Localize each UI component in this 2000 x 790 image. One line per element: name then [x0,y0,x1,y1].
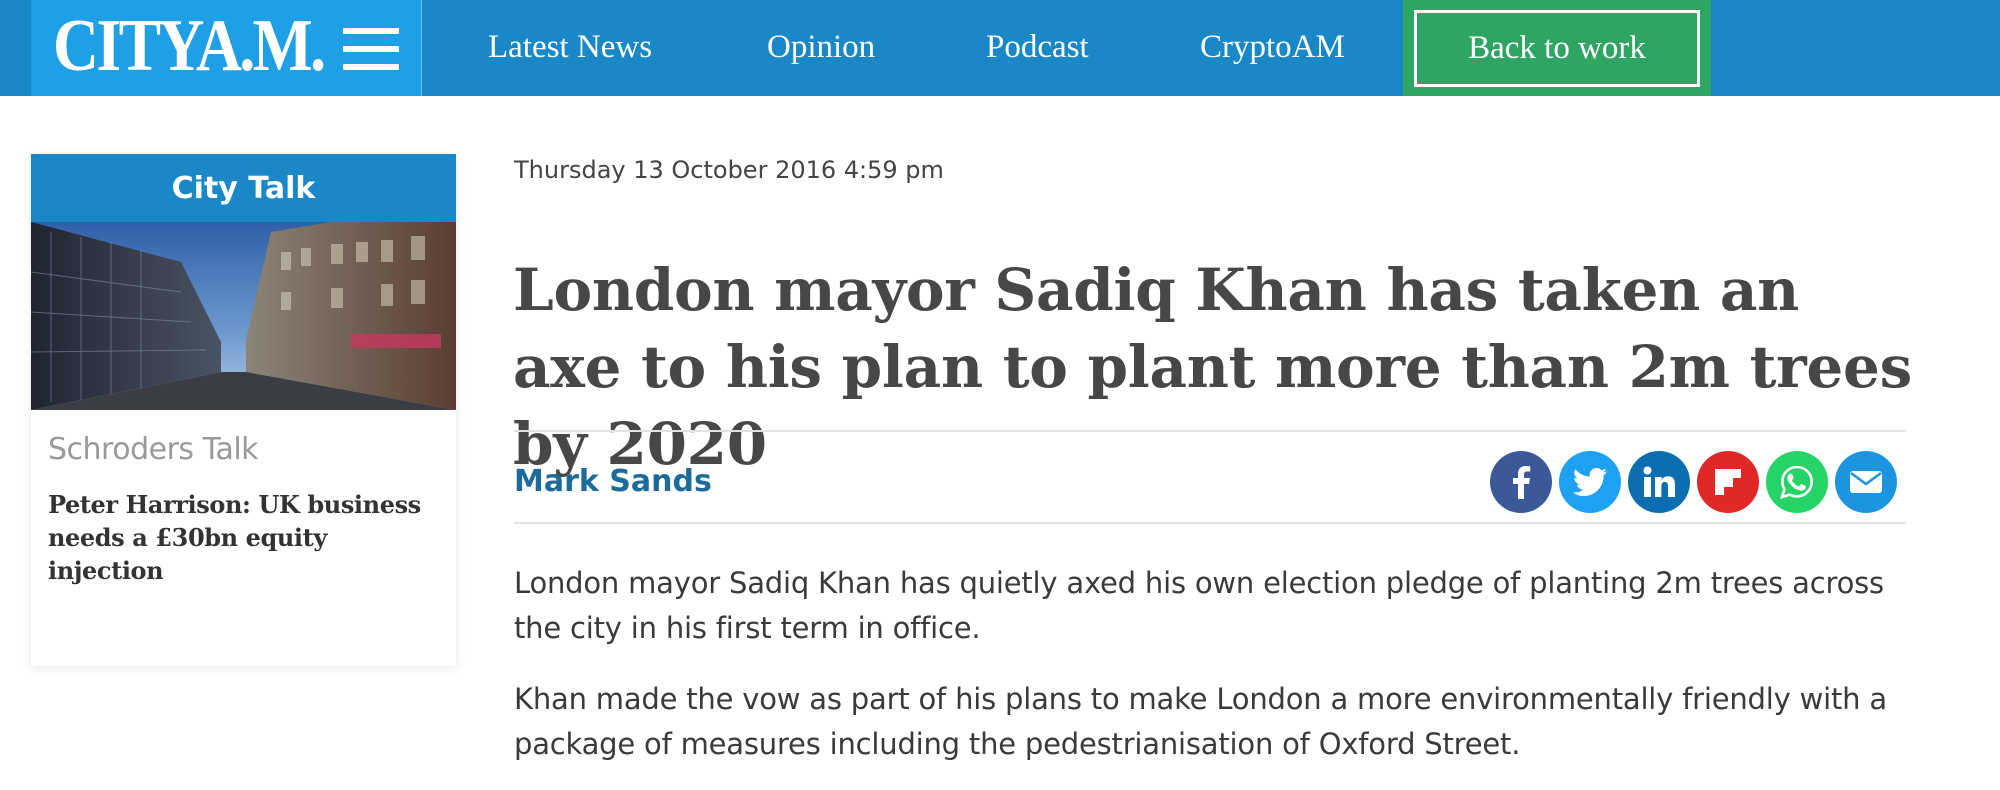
top-navigation-bar: CITYA.M. Latest News Opinion Podcast Cry… [0,0,2000,96]
sidebar-article-link[interactable]: Peter Harrison: UK business needs a £30b… [48,488,448,587]
article-paragraph: London mayor Sadiq Khan has quietly axed… [514,566,1884,645]
city-talk-card: City Talk Schroders Talk Peter Harrison:… [31,154,456,666]
logo-cell: CITYA.M. [31,0,422,96]
street-photo[interactable] [31,222,456,410]
nav-opinion[interactable]: Opinion [767,0,875,96]
whatsapp-icon[interactable] [1766,451,1828,513]
twitter-icon[interactable] [1559,451,1621,513]
article-paragraph: Khan made the vow as part of his plans t… [514,682,1887,761]
nav-cryptoam[interactable]: CryptoAM [1200,0,1345,96]
divider [514,522,1906,524]
nav-latest-news[interactable]: Latest News [488,0,652,96]
divider [514,430,1906,432]
flipboard-icon[interactable] [1697,451,1759,513]
back-to-work-label: Back to work [1414,10,1700,87]
sponsor-label: Schroders Talk [48,432,259,467]
back-to-work-button[interactable]: Back to work [1403,0,1711,96]
author-link[interactable]: Mark Sands [514,464,712,499]
menu-icon[interactable] [343,28,399,70]
email-icon[interactable] [1835,451,1897,513]
nav-podcast[interactable]: Podcast [986,0,1089,96]
facebook-icon[interactable] [1490,451,1552,513]
linkedin-icon[interactable] [1628,451,1690,513]
article-headline: London mayor Sadiq Khan has taken an axe… [513,256,1912,478]
article-timestamp: Thursday 13 October 2016 4:59 pm [514,156,944,184]
city-talk-header: City Talk [31,154,456,222]
site-logo[interactable]: CITYA.M. [53,6,326,86]
